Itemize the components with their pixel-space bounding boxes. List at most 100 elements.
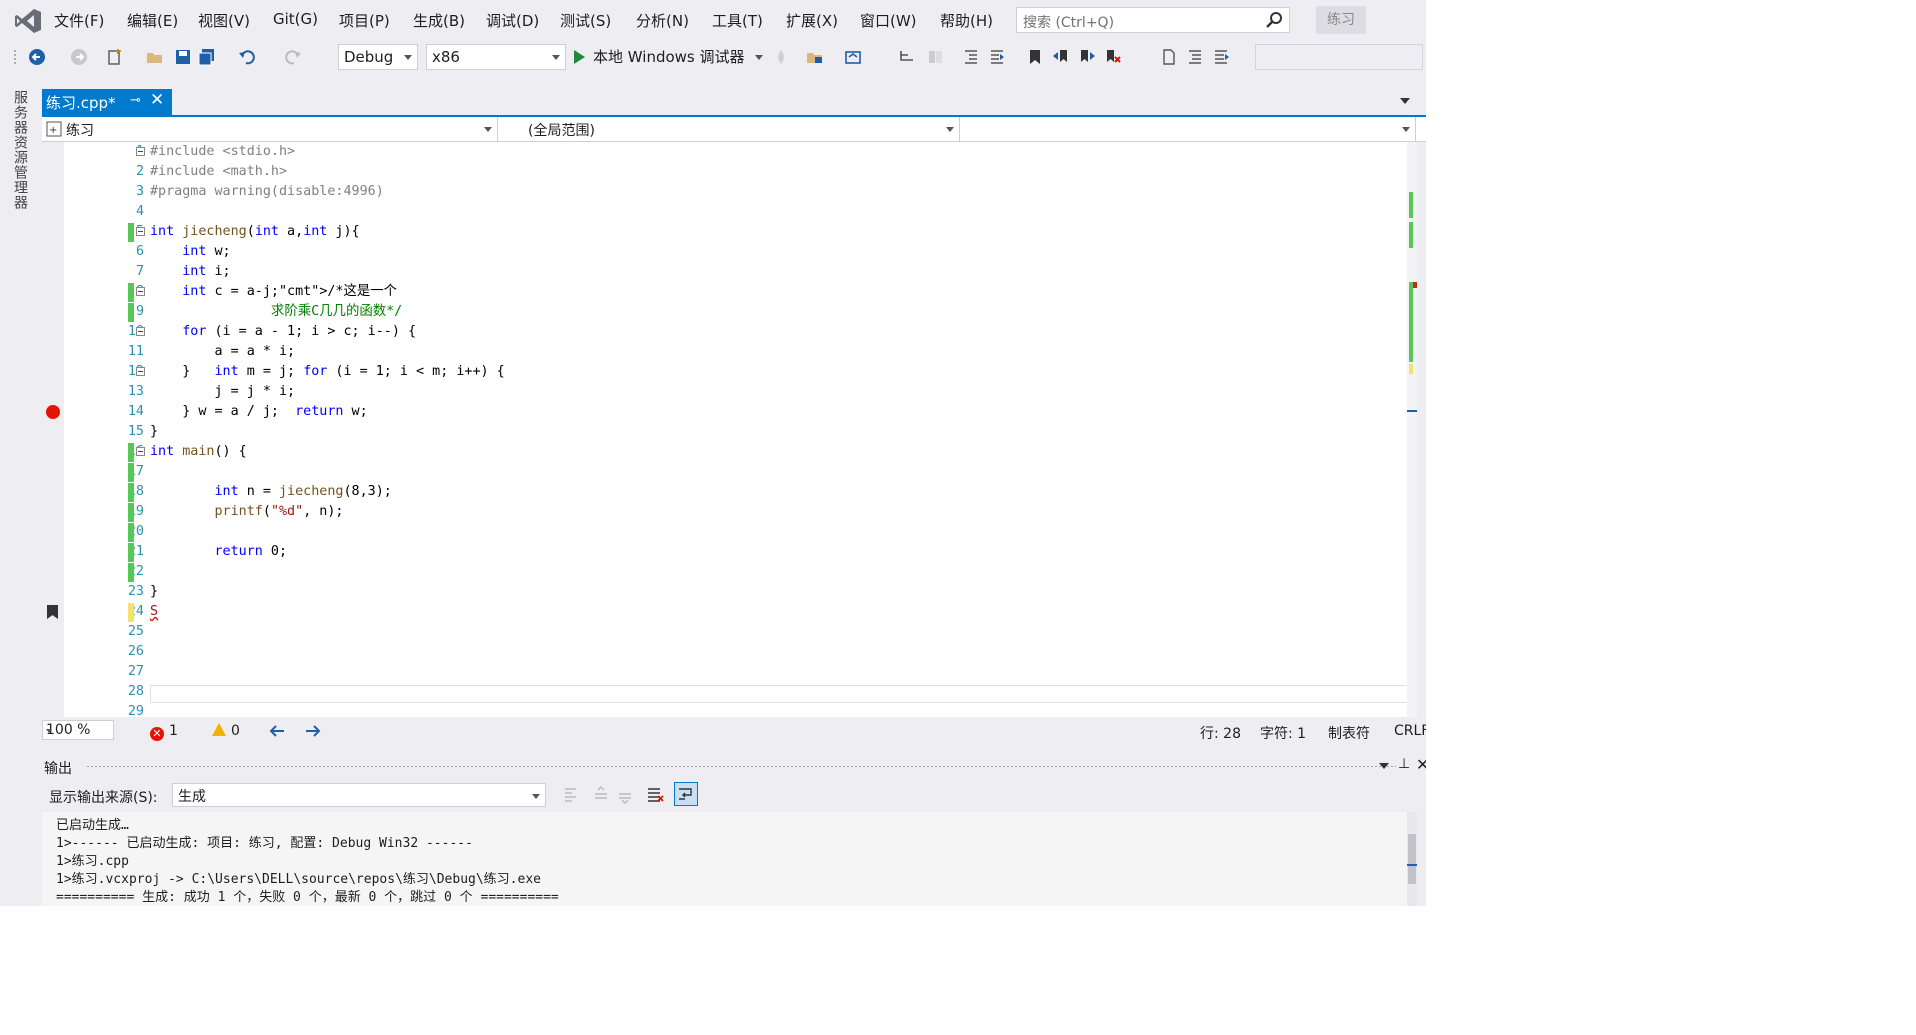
menu-window[interactable]: 窗口(W) bbox=[860, 10, 917, 31]
output-source-label: 显示输出来源(S): bbox=[49, 790, 158, 806]
menu-build[interactable]: 生成(B) bbox=[413, 10, 465, 31]
word-wrap-icon bbox=[679, 788, 692, 800]
menu-git[interactable]: Git(G) bbox=[273, 10, 318, 28]
breakpoint-icon[interactable] bbox=[46, 405, 60, 419]
code-line: 19 printf("%d", n); bbox=[42, 502, 1417, 522]
find-message-icon[interactable] bbox=[562, 786, 580, 804]
step-over-icon[interactable] bbox=[926, 48, 944, 66]
line-number: 10 bbox=[64, 322, 144, 342]
code-line: 15} bbox=[42, 422, 1417, 442]
code-text: for (i = a - 1; i > c; i--) { bbox=[182, 324, 417, 339]
document-tab-active[interactable]: 练习.cpp* ⊸ ✕ bbox=[42, 89, 172, 115]
clear-bookmarks-icon[interactable] bbox=[1104, 48, 1122, 66]
menu-test[interactable]: 测试(S) bbox=[560, 10, 611, 31]
project-dropdown[interactable]: + 练习 bbox=[42, 117, 498, 141]
bookmark-icon[interactable] bbox=[1026, 48, 1044, 66]
previous-bookmark-icon[interactable] bbox=[1052, 48, 1070, 66]
line-ending-indicator[interactable]: CRLF bbox=[1394, 723, 1426, 739]
open-folder-icon[interactable] bbox=[806, 48, 824, 66]
output-title: 输出 bbox=[44, 761, 72, 777]
open-file-icon[interactable] bbox=[146, 48, 164, 66]
document-tab-title: 练习.cpp* bbox=[46, 94, 116, 112]
output-vertical-scrollbar[interactable] bbox=[1407, 812, 1417, 906]
configuration-dropdown[interactable]: Debug bbox=[338, 44, 418, 70]
menu-analyze[interactable]: 分析(N) bbox=[636, 10, 689, 31]
tab-overflow-dropdown-icon[interactable] bbox=[1400, 98, 1410, 104]
step-into-icon[interactable] bbox=[898, 48, 916, 66]
bookmark-icon[interactable] bbox=[47, 605, 58, 619]
code-editor[interactable]: 1 #include <stdio.h> 2 #include <math.h> 3… bbox=[42, 142, 1417, 717]
menu-project[interactable]: 项目(P) bbox=[339, 10, 390, 31]
collapse-icon[interactable] bbox=[136, 147, 145, 156]
warning-count[interactable]: 0 bbox=[212, 723, 240, 739]
member-dropdown[interactable] bbox=[966, 117, 1416, 141]
menu-tools[interactable]: 工具(T) bbox=[712, 10, 763, 31]
next-bookmark-icon[interactable] bbox=[1078, 48, 1096, 66]
configuration-value: Debug bbox=[344, 48, 394, 66]
indent-icon[interactable] bbox=[988, 48, 1006, 66]
search-input[interactable]: 搜索 (Ctrl+Q) bbox=[1016, 7, 1290, 33]
menu-file[interactable]: 文件(F) bbox=[54, 10, 104, 31]
outdent-icon[interactable] bbox=[962, 48, 980, 66]
server-explorer-tab[interactable]: 服务器资源管理器 bbox=[10, 90, 30, 210]
code-text: a = a * i; bbox=[150, 344, 296, 359]
code-line: 3 #pragma warning(disable:4996) bbox=[42, 182, 1417, 202]
redo-icon[interactable] bbox=[284, 48, 302, 66]
save-icon[interactable] bbox=[174, 48, 192, 66]
menu-edit[interactable]: 编辑(E) bbox=[127, 10, 178, 31]
collapse-icon[interactable] bbox=[136, 447, 145, 456]
collapse-icon[interactable] bbox=[136, 327, 145, 336]
menu-view[interactable]: 视图(V) bbox=[198, 10, 250, 31]
tabs-indicator[interactable]: 制表符 bbox=[1328, 723, 1370, 743]
change-marker bbox=[128, 463, 134, 482]
output-source-dropdown[interactable]: 生成 bbox=[172, 783, 546, 807]
editor-vertical-scrollbar[interactable] bbox=[1407, 142, 1417, 717]
error-count[interactable]: ✕ 1 bbox=[150, 723, 178, 741]
code-line: 8 int c = a-j;"cmt">/*这是一个 bbox=[42, 282, 1417, 302]
navigate-forward-icon[interactable] bbox=[70, 48, 88, 66]
start-debugging-button[interactable]: 本地 Windows 调试器 bbox=[574, 46, 764, 68]
pane-grip[interactable] bbox=[86, 765, 1396, 768]
go-to-next-message-icon[interactable] bbox=[616, 786, 634, 804]
go-to-previous-message-icon[interactable] bbox=[592, 786, 610, 804]
undo-icon[interactable] bbox=[238, 48, 256, 66]
code-text: int c = a-j;"cmt">/*这是一个 bbox=[182, 284, 398, 299]
solution-explorer-icon[interactable] bbox=[844, 48, 862, 66]
pin-icon[interactable]: ⊸ bbox=[130, 93, 141, 108]
visual-studio-logo-icon bbox=[15, 9, 41, 33]
clear-all-icon[interactable] bbox=[646, 786, 664, 804]
collapse-icon[interactable] bbox=[136, 227, 145, 236]
save-all-icon[interactable] bbox=[198, 48, 216, 66]
collapse-icon[interactable] bbox=[136, 287, 145, 296]
close-pane-icon[interactable]: ✕ bbox=[1416, 755, 1426, 774]
line-number: 12 bbox=[64, 362, 144, 382]
uncomment-lines-icon[interactable] bbox=[1212, 48, 1230, 66]
hot-reload-icon[interactable] bbox=[772, 48, 790, 66]
next-issue-arrow-icon[interactable] bbox=[304, 723, 322, 739]
char-indicator[interactable]: 字符: 1 bbox=[1260, 723, 1306, 743]
scope-dropdown[interactable]: (全局范围) bbox=[504, 117, 960, 141]
comment-lines-icon[interactable] bbox=[1186, 48, 1204, 66]
change-marker bbox=[128, 603, 134, 622]
svg-text:+: + bbox=[49, 125, 57, 136]
collapse-icon[interactable] bbox=[136, 367, 145, 376]
line-indicator[interactable]: 行: 28 bbox=[1200, 723, 1241, 743]
error-count-value: 1 bbox=[169, 723, 178, 739]
warning-count-value: 0 bbox=[231, 723, 240, 739]
pin-icon[interactable]: ⊥ bbox=[1398, 756, 1410, 772]
zoom-dropdown[interactable]: 100 % bbox=[42, 720, 114, 740]
line-number: 29 bbox=[127, 704, 144, 717]
new-project-icon[interactable] bbox=[106, 48, 124, 66]
platform-dropdown[interactable]: x86 bbox=[426, 44, 566, 70]
menu-debug[interactable]: 调试(D) bbox=[486, 10, 539, 31]
previous-issue-arrow-icon[interactable] bbox=[268, 723, 286, 739]
warning-icon bbox=[212, 723, 226, 736]
close-tab-icon[interactable]: ✕ bbox=[150, 90, 164, 110]
menu-help[interactable]: 帮助(H) bbox=[940, 10, 993, 31]
document-icon[interactable] bbox=[1160, 48, 1178, 66]
output-text-area[interactable]: 已启动生成… 1>------ 已启动生成: 项目: 练习, 配置: Debug… bbox=[42, 812, 1417, 906]
navigate-back-icon[interactable] bbox=[28, 48, 46, 66]
menu-extensions[interactable]: 扩展(X) bbox=[786, 10, 838, 31]
pane-menu-dropdown-icon[interactable] bbox=[1379, 763, 1389, 769]
word-wrap-toggle[interactable] bbox=[674, 782, 698, 806]
